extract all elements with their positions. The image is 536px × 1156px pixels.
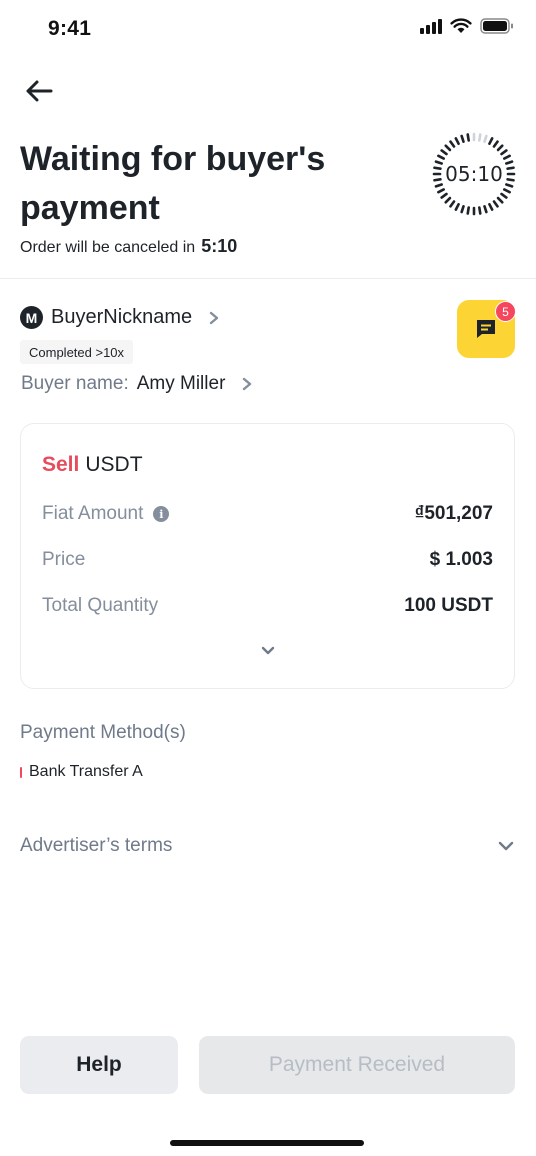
price-label: Price xyxy=(42,549,86,570)
chevron-down-icon xyxy=(498,841,514,851)
back-button[interactable] xyxy=(22,74,56,108)
buyer-profile-link[interactable]: M BuyerNickname xyxy=(20,306,220,329)
avatar: M xyxy=(20,306,43,329)
battery-icon xyxy=(480,18,513,34)
payment-marker xyxy=(20,766,22,778)
cancel-note: Order will be canceled in 5:10 xyxy=(20,236,237,257)
cancel-time: 5:10 xyxy=(201,236,238,256)
order-title: Sell USDT xyxy=(42,453,143,477)
wifi-icon xyxy=(450,18,472,33)
order-details-card: Sell USDT Fiat Amount i ₫501,207 Price $ … xyxy=(20,423,515,689)
timer-text: 05:10 xyxy=(445,162,503,186)
fiat-amount-label: Fiat Amount i xyxy=(42,503,170,525)
home-indicator xyxy=(170,1140,364,1146)
advertiser-terms-label: Advertiser’s terms xyxy=(20,835,173,856)
buyer-name-label: Buyer name: xyxy=(21,373,129,394)
help-button[interactable]: Help xyxy=(20,1036,178,1094)
order-asset: USDT xyxy=(85,453,143,476)
payment-method-item: Bank Transfer A xyxy=(20,763,143,781)
status-bar: 9:41 xyxy=(0,0,536,60)
cancel-prefix: Order will be canceled in xyxy=(20,239,196,256)
chevron-down-icon xyxy=(261,646,275,655)
payment-methods-heading: Payment Method(s) xyxy=(20,722,186,743)
chat-icon xyxy=(477,320,495,338)
completed-badge: Completed >10x xyxy=(20,340,134,364)
fiat-amount-value: ₫501,207 xyxy=(414,503,493,524)
divider xyxy=(0,278,536,279)
signal-icon xyxy=(420,18,442,34)
status-time: 9:41 xyxy=(48,17,92,40)
countdown-timer: 05:10 xyxy=(432,132,516,216)
buyer-nickname: BuyerNickname xyxy=(51,306,193,328)
expand-details-button[interactable] xyxy=(258,643,278,659)
advertiser-terms-toggle[interactable]: Advertiser’s terms xyxy=(20,832,516,860)
buyer-name-value: Amy Miller xyxy=(136,373,226,394)
back-arrow-icon xyxy=(26,80,53,102)
price-value: $ 1.003 xyxy=(429,549,493,570)
chat-button[interactable]: 5 xyxy=(457,300,516,358)
total-quantity-label: Total Quantity xyxy=(42,595,159,616)
status-icons xyxy=(420,18,514,34)
payment-received-button[interactable]: Payment Received xyxy=(199,1036,515,1094)
order-side: Sell xyxy=(42,453,80,476)
total-quantity-value: 100 USDT xyxy=(404,595,493,616)
payment-method-label: Bank Transfer A xyxy=(29,763,143,780)
fiat-amount-label-text: Fiat Amount xyxy=(42,503,144,524)
unread-badge: 5 xyxy=(495,301,516,322)
chevron-right-icon xyxy=(209,311,219,324)
page-title: Waiting for buyer's payment xyxy=(20,140,326,227)
info-icon[interactable]: i xyxy=(153,506,170,522)
buyer-name-link[interactable]: Buyer name: Amy Miller xyxy=(21,373,253,395)
chevron-right-icon xyxy=(243,377,252,391)
